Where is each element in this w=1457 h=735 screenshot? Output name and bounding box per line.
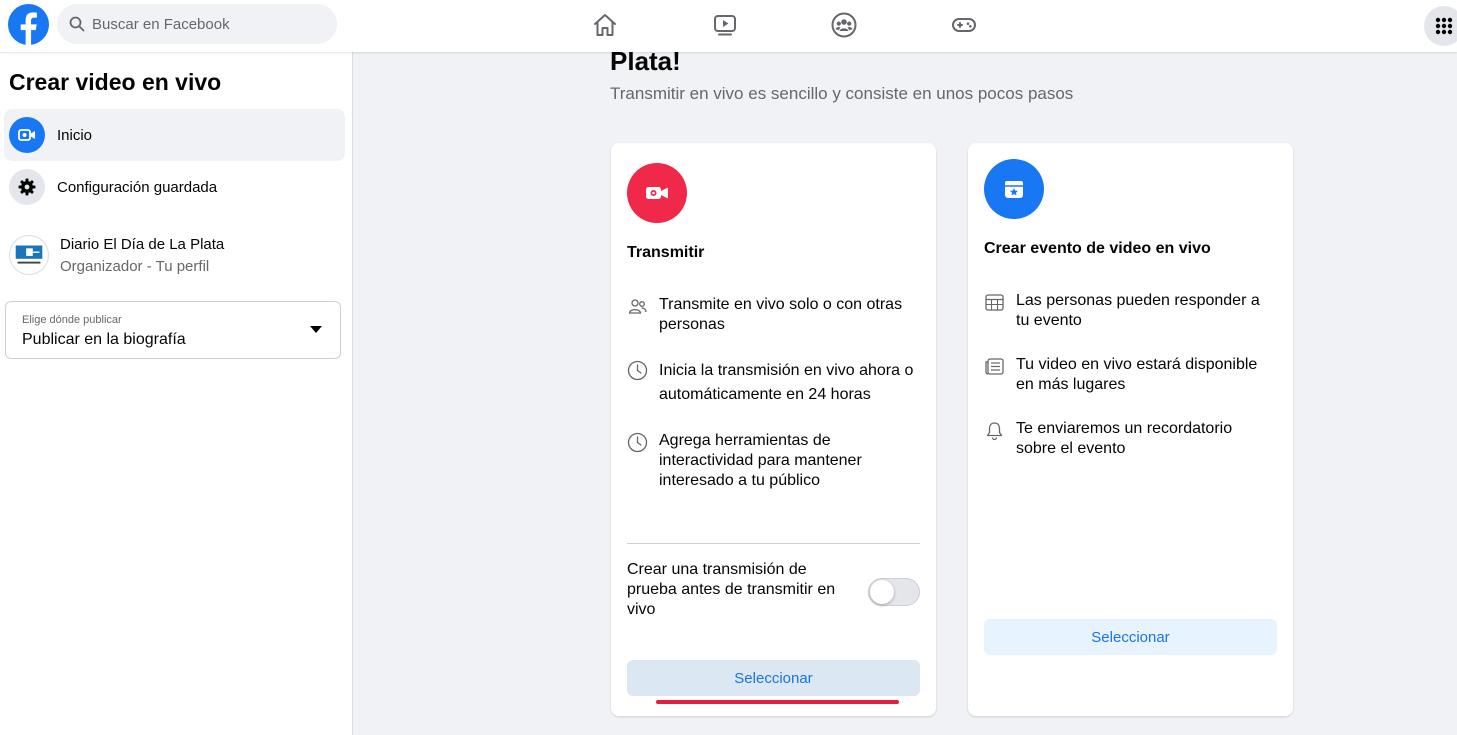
- sidebar-item-saved-settings[interactable]: Configuración guardada: [4, 161, 345, 213]
- caret-down-icon: [310, 326, 322, 333]
- facebook-logo-icon[interactable]: [8, 4, 49, 46]
- feature-text: Transmite en vivo solo o con otras perso…: [659, 296, 903, 333]
- publish-location-select[interactable]: Elige dónde publicar Publicar en la biog…: [5, 301, 341, 359]
- broadcast-card: Transmitir Transmite en vivo solo o con …: [611, 143, 936, 716]
- watch-icon[interactable]: [708, 8, 742, 42]
- select-value: Publicar en la biografía: [22, 331, 186, 348]
- search-bar[interactable]: [57, 4, 337, 44]
- test-stream-toggle[interactable]: [868, 578, 920, 606]
- select-live-event-button[interactable]: Seleccionar: [984, 619, 1277, 655]
- feature-text: Las personas pueden responder a tu event…: [1016, 292, 1260, 329]
- gaming-icon[interactable]: [947, 8, 981, 42]
- test-stream-label: Crear una transmisión de prueba antes de…: [627, 561, 836, 618]
- grid-menu-icon: [1435, 17, 1453, 35]
- clock-icon: [627, 432, 648, 453]
- feature-text: Tu video en vivo estará disponible en má…: [1016, 356, 1258, 393]
- home-icon[interactable]: [588, 8, 622, 42]
- toggle-knob: [870, 580, 894, 604]
- sidebar-item-label: Inicio: [57, 126, 93, 144]
- feature-item: Tu video en vivo estará disponible en má…: [984, 355, 1276, 395]
- calendar-grid-icon: [985, 294, 1004, 311]
- organizer-profile[interactable]: Diario El Día de La Plata Organizador - …: [9, 235, 224, 275]
- divider: [627, 543, 920, 544]
- bell-icon: [986, 422, 1003, 441]
- search-input[interactable]: [92, 15, 312, 33]
- select-label: Elige dónde publicar: [22, 314, 122, 326]
- feature-item: Las personas pueden responder a tu event…: [984, 291, 1276, 331]
- calendar-star-icon: [984, 159, 1044, 219]
- feature-text: Te enviaremos un recordatorio sobre el e…: [1016, 420, 1233, 457]
- feature-item: Te enviaremos un recordatorio sobre el e…: [984, 419, 1276, 459]
- people-icon: [628, 299, 647, 314]
- left-sidebar: Crear video en vivo Inicio Configuración…: [0, 52, 353, 735]
- feature-text: Agrega herramientas de interactividad pa…: [659, 432, 862, 489]
- sidebar-item-label: Configuración guardada: [57, 178, 218, 196]
- profile-name: Diario El Día de La Plata: [60, 235, 225, 253]
- menu-button[interactable]: [1424, 6, 1457, 46]
- highlight-underline: [656, 700, 899, 704]
- clock-icon: [627, 360, 648, 381]
- select-broadcast-button[interactable]: Seleccionar: [627, 660, 920, 696]
- sidebar-title: Crear video en vivo: [9, 69, 222, 95]
- live-event-card: Crear evento de video en vivo Las person…: [968, 143, 1293, 716]
- search-icon: [69, 16, 85, 32]
- top-navigation-bar: [0, 0, 1457, 52]
- feature-item: Inicia la transmisión en vivo ahora o au…: [627, 359, 919, 407]
- card-title: Transmitir: [627, 244, 705, 261]
- live-video-icon: [627, 163, 687, 223]
- groups-icon[interactable]: [827, 8, 861, 42]
- card-title: Crear evento de video en vivo: [984, 240, 1211, 257]
- feature-item: Transmite en vivo solo o con otras perso…: [627, 295, 919, 335]
- feature-text: Inicia la transmisión en vivo ahora o au…: [659, 362, 914, 403]
- avatar: [9, 235, 49, 275]
- gear-icon: [9, 169, 45, 205]
- profile-role: Organizador - Tu perfil: [60, 257, 210, 275]
- newsfeed-icon: [985, 358, 1004, 375]
- page-subheading: Transmitir en vivo es sencillo y consist…: [610, 84, 1074, 103]
- feature-item: Agrega herramientas de interactividad pa…: [627, 431, 919, 491]
- sidebar-item-inicio[interactable]: Inicio: [4, 109, 345, 161]
- video-camera-icon: [9, 117, 45, 153]
